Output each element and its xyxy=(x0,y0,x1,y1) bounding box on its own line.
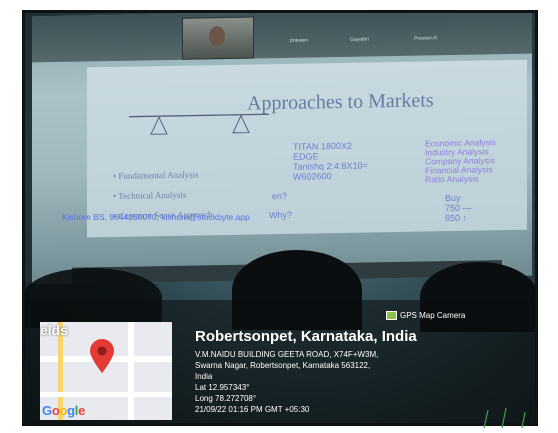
participant-tab: Praveen K xyxy=(414,35,438,42)
google-letter: G xyxy=(42,403,52,418)
meeting-topbar: praveen Gayathri Praveen K xyxy=(32,10,532,63)
projector-screen: praveen Gayathri Praveen K Approaches to… xyxy=(32,10,532,285)
buy-label: Buy xyxy=(445,192,461,204)
annotation-tanishq: Tanishq 2:4:8X10= xyxy=(293,160,368,172)
bullet-technical: • Technical Analysis xyxy=(113,189,187,201)
location-details: V.M.NAIDU BUILDING GEETA ROAD, X74F+W3M,… xyxy=(195,349,378,415)
google-letter: e xyxy=(78,403,86,418)
map-pin-icon xyxy=(90,339,114,373)
buy-850: 850 ↑ xyxy=(445,212,468,224)
map-road xyxy=(128,322,134,420)
presentation-slide: Approaches to Markets • Fundamental Anal… xyxy=(87,59,527,238)
address-line: India xyxy=(195,372,213,381)
annotation-number: W602600 xyxy=(293,171,332,182)
location-map: elds Google xyxy=(40,322,172,420)
annotation-en: en? xyxy=(272,190,288,202)
bullet-text: Technical Analysis xyxy=(118,189,187,201)
latitude: Lat 12.957343° xyxy=(195,383,250,392)
timestamp: 21/09/22 01:16 PM GMT +05:30 xyxy=(195,405,310,414)
map-road xyxy=(40,392,172,397)
map-place-fragment: elds xyxy=(40,322,69,338)
longitude: Long 78.272708° xyxy=(195,394,257,403)
participant-head xyxy=(209,25,225,47)
address-line: V.M.NAIDU BUILDING GEETA ROAD, X74F+W3M, xyxy=(195,350,379,359)
google-letter: g xyxy=(67,403,75,418)
annotation-titan: TITAN 1800X2 xyxy=(293,140,352,152)
floor-marks xyxy=(483,408,526,428)
bullet-text: Fundamental Analysis xyxy=(118,169,199,181)
gps-app-label: GPS Map Camera xyxy=(386,311,465,320)
participant-tab: praveen xyxy=(290,37,309,44)
analysis-ratio: Ratio Analysis xyxy=(425,173,479,185)
annotation-edge: EDGE xyxy=(293,151,319,162)
google-logo: Google xyxy=(42,403,85,418)
gps-app-text: GPS Map Camera xyxy=(400,311,466,320)
slide-title: Approaches to Markets xyxy=(247,89,434,115)
camera-icon xyxy=(386,311,397,320)
buy-750: 750 — xyxy=(445,202,472,214)
contact-line: Kishore BS, 9844250070, kishore@stockbyt… xyxy=(62,212,250,222)
annotation-why: Why? xyxy=(269,209,293,221)
google-letter: o xyxy=(59,403,68,418)
bullet-fundamental: • Fundamental Analysis xyxy=(113,169,199,181)
location-city: Robertsonpet, Karnataka, India xyxy=(195,328,417,345)
participant-tab: Gayathri xyxy=(350,36,369,43)
participant-video-tile xyxy=(182,16,254,60)
address-line: Swarna Nagar, Robertsonpet, Karnataka 56… xyxy=(195,361,371,370)
